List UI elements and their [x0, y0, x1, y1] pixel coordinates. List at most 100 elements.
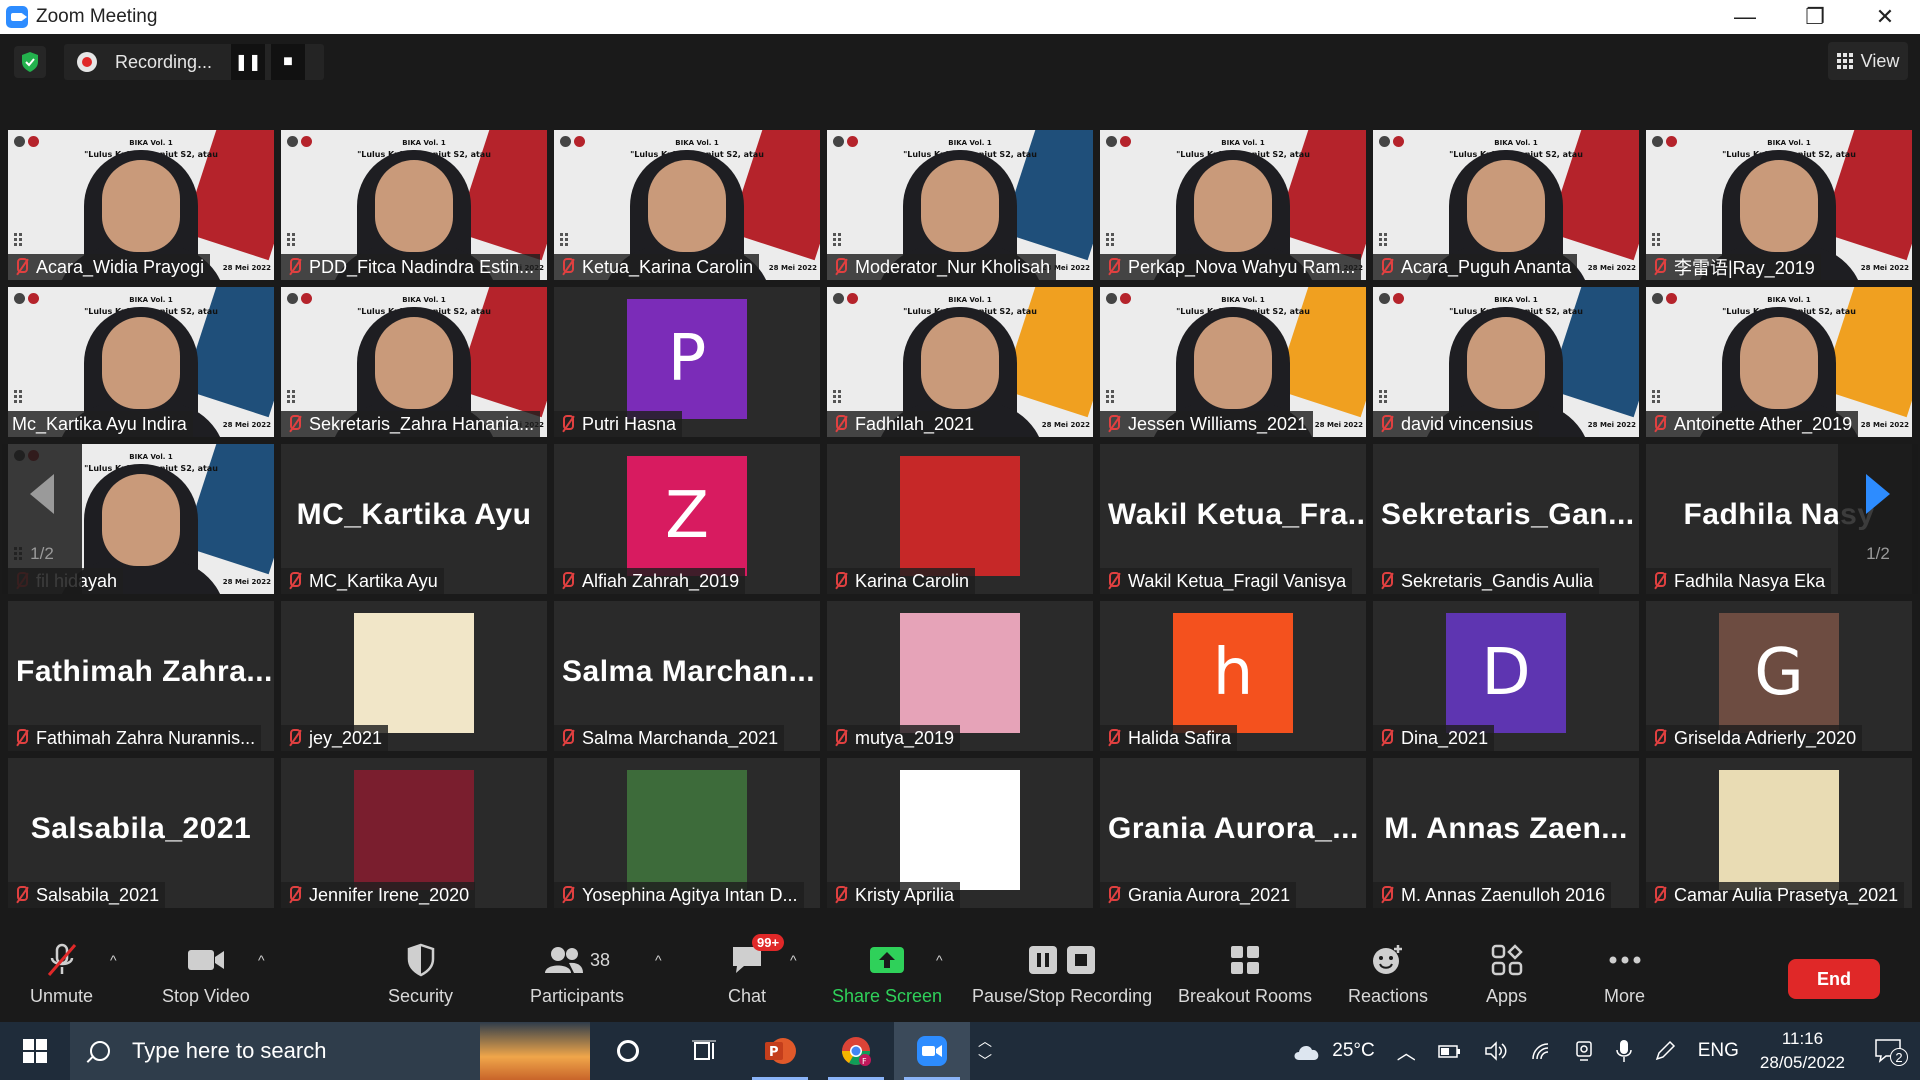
apps-button[interactable]: Apps — [1486, 942, 1527, 1007]
drag-handle-icon[interactable] — [833, 390, 841, 403]
participant-tile[interactable]: BIKA Vol. 1"Lulus Kuliah, Lanjut S2, ata… — [281, 130, 547, 280]
start-button[interactable] — [0, 1022, 70, 1080]
drag-handle-icon[interactable] — [1106, 390, 1114, 403]
organizer-logos — [1652, 136, 1677, 147]
close-button[interactable]: ✕ — [1850, 0, 1920, 34]
previous-page-button[interactable]: 1/2 — [2, 444, 82, 594]
participant-name-tag: Acara_Widia Prayogi — [8, 254, 211, 280]
drag-handle-icon[interactable] — [1652, 390, 1660, 403]
microphone-icon[interactable] — [1615, 1039, 1632, 1063]
participant-tile[interactable]: P Putri Hasna — [554, 287, 820, 437]
share-screen-button[interactable]: Share Screen — [832, 942, 942, 1007]
participant-tile[interactable]: M. Annas Zaen... M. Annas Zaenulloh 2016 — [1373, 758, 1639, 908]
participants-button[interactable]: 38 Participants — [530, 942, 624, 1007]
participant-tile[interactable]: Yosephina Agitya Intan D... — [554, 758, 820, 908]
pause-stop-recording-button[interactable]: Pause/Stop Recording — [972, 942, 1152, 1007]
participant-tile[interactable]: BIKA Vol. 1"Lulus Kuliah, Lanjut S2, ata… — [281, 287, 547, 437]
taskbar-clock[interactable]: 11:16 28/05/2022 — [1760, 1027, 1845, 1075]
participant-tile[interactable]: Z Alfiah Zahrah_2019 — [554, 444, 820, 594]
participant-tile[interactable]: BIKA Vol. 1"Lulus Kuliah, Lanjut S2, ata… — [1100, 130, 1366, 280]
participant-tile[interactable]: BIKA Vol. 1"Lulus Kuliah, Lanjut S2, ata… — [8, 130, 274, 280]
participant-tile[interactable]: BIKA Vol. 1"Lulus Kuliah, Lanjut S2, ata… — [1646, 130, 1912, 280]
stop-recording-button[interactable]: ■ — [271, 44, 305, 80]
security-button[interactable]: Security — [388, 942, 453, 1007]
participant-tile[interactable]: Karina Carolin — [827, 444, 1093, 594]
participant-tile[interactable]: D Dina_2021 — [1373, 601, 1639, 751]
participant-tile[interactable]: BIKA Vol. 1"Lulus Kuliah, Lanjut S2, ata… — [1100, 287, 1366, 437]
drag-handle-icon[interactable] — [14, 233, 22, 246]
event-series: BIKA Vol. 1 — [402, 296, 446, 304]
volume-icon[interactable] — [1484, 1041, 1508, 1061]
participant-tile[interactable]: BIKA Vol. 1"Lulus Kuliah, Lanjut S2, ata… — [1373, 287, 1639, 437]
participant-tile[interactable]: BIKA Vol. 1"Lulus Kuliah, Lanjut S2, ata… — [1646, 287, 1912, 437]
participant-tile[interactable]: Camar Aulia Prasetya_2021 — [1646, 758, 1912, 908]
participant-tile[interactable]: jey_2021 — [281, 601, 547, 751]
next-page-button[interactable]: 1/2 — [1838, 444, 1918, 594]
drag-handle-icon[interactable] — [287, 233, 295, 246]
participant-tile[interactable]: MC_Kartika Ayu MC_Kartika Ayu — [281, 444, 547, 594]
participant-tile[interactable]: BIKA Vol. 1"Lulus Kuliah, Lanjut S2, ata… — [827, 287, 1093, 437]
chat-button[interactable]: 99+ Chat — [728, 934, 785, 1007]
drag-handle-icon[interactable] — [560, 233, 568, 246]
language-indicator[interactable]: ENG — [1698, 1040, 1739, 1062]
weather-widget[interactable]: 25°C — [1290, 1039, 1375, 1063]
audio-options-caret-icon[interactable]: ^ — [110, 952, 117, 968]
participant-tile[interactable]: BIKA Vol. 1"Lulus Kuliah, Lanjut S2, ata… — [1373, 130, 1639, 280]
profile-photo — [627, 770, 747, 890]
drag-handle-icon[interactable] — [1379, 390, 1387, 403]
drag-handle-icon[interactable] — [287, 390, 295, 403]
drag-handle-icon[interactable] — [14, 390, 22, 403]
participant-tile[interactable]: h Halida Safira — [1100, 601, 1366, 751]
participant-tile[interactable]: Sekretaris_Gan... Sekretaris_Gandis Aulia — [1373, 444, 1639, 594]
maximize-button[interactable]: ❐ — [1780, 0, 1850, 34]
participant-tile[interactable]: G Griselda Adrierly_2020 — [1646, 601, 1912, 751]
more-button[interactable]: More — [1604, 942, 1645, 1007]
pause-recording-button[interactable]: ❚❚ — [231, 44, 265, 80]
participant-tile[interactable]: Salsabila_2021 Salsabila_2021 — [8, 758, 274, 908]
participant-tile[interactable]: mutya_2019 — [827, 601, 1093, 751]
taskbar-search-box[interactable]: Type here to search — [70, 1022, 590, 1080]
share-options-caret-icon[interactable]: ^ — [936, 952, 943, 968]
end-meeting-button[interactable]: End — [1788, 959, 1880, 999]
chat-options-caret-icon[interactable]: ^ — [790, 952, 797, 968]
drag-handle-icon[interactable] — [1106, 233, 1114, 246]
breakout-rooms-button[interactable]: Breakout Rooms — [1178, 942, 1312, 1007]
encryption-shield-icon[interactable] — [14, 46, 46, 78]
show-hidden-icons-chevron-icon[interactable]: ︿ — [1397, 1038, 1416, 1065]
view-button[interactable]: View — [1828, 42, 1908, 80]
participant-tile[interactable]: Wakil Ketua_Fra... Wakil Ketua_Fragil Van… — [1100, 444, 1366, 594]
reactions-button[interactable]: Reactions — [1348, 942, 1428, 1007]
participant-tile[interactable]: Grania Aurora_... Grania Aurora_2021 — [1100, 758, 1366, 908]
participant-name-tag: Putri Hasna — [554, 411, 683, 437]
muted-mic-icon — [1650, 885, 1668, 905]
powerpoint-taskbar-button[interactable]: P — [742, 1022, 818, 1080]
participants-options-caret-icon[interactable]: ^ — [655, 952, 662, 968]
drag-handle-icon[interactable] — [833, 233, 841, 246]
drag-handle-icon[interactable] — [1379, 233, 1387, 246]
pen-icon[interactable] — [1654, 1040, 1676, 1062]
participant-tile[interactable]: BIKA Vol. 1"Lulus Kuliah, Lanjut S2, ata… — [8, 287, 274, 437]
drag-handle-icon[interactable] — [1652, 233, 1660, 246]
unmute-button[interactable]: Unmute — [30, 942, 93, 1007]
taskbar-scroll[interactable]: ︿ ﹀ — [970, 1022, 1000, 1080]
cortana-button[interactable] — [590, 1022, 666, 1080]
minimize-button[interactable]: — — [1710, 0, 1780, 34]
battery-icon[interactable] — [1437, 1042, 1462, 1060]
participant-tile[interactable]: Fathimah Zahra... Fathimah Zahra Nurannis… — [8, 601, 274, 751]
stop-video-button[interactable]: Stop Video — [162, 942, 250, 1007]
webcam-icon[interactable] — [1574, 1040, 1594, 1062]
notification-center-button[interactable]: 2 — [1874, 1038, 1908, 1066]
participant-tile[interactable]: Salma Marchan... Salma Marchanda_2021 — [554, 601, 820, 751]
participant-tile[interactable]: BIKA Vol. 1"Lulus Kuliah, Lanjut S2, ata… — [554, 130, 820, 280]
security-label: Security — [388, 986, 454, 1006]
chrome-taskbar-button[interactable]: F — [818, 1022, 894, 1080]
participant-tile[interactable]: BIKA Vol. 1"Lulus Kuliah, Lanjut S2, ata… — [827, 130, 1093, 280]
participant-name: Mc_Kartika Ayu Indira — [12, 413, 187, 434]
task-view-button[interactable] — [666, 1022, 742, 1080]
participant-tile[interactable]: Jennifer Irene_2020 — [281, 758, 547, 908]
video-options-caret-icon[interactable]: ^ — [258, 952, 265, 968]
event-series: BIKA Vol. 1 — [129, 139, 173, 147]
participant-tile[interactable]: Kristy Aprilia — [827, 758, 1093, 908]
wifi-icon[interactable] — [1530, 1041, 1552, 1061]
zoom-taskbar-button[interactable] — [894, 1022, 970, 1080]
